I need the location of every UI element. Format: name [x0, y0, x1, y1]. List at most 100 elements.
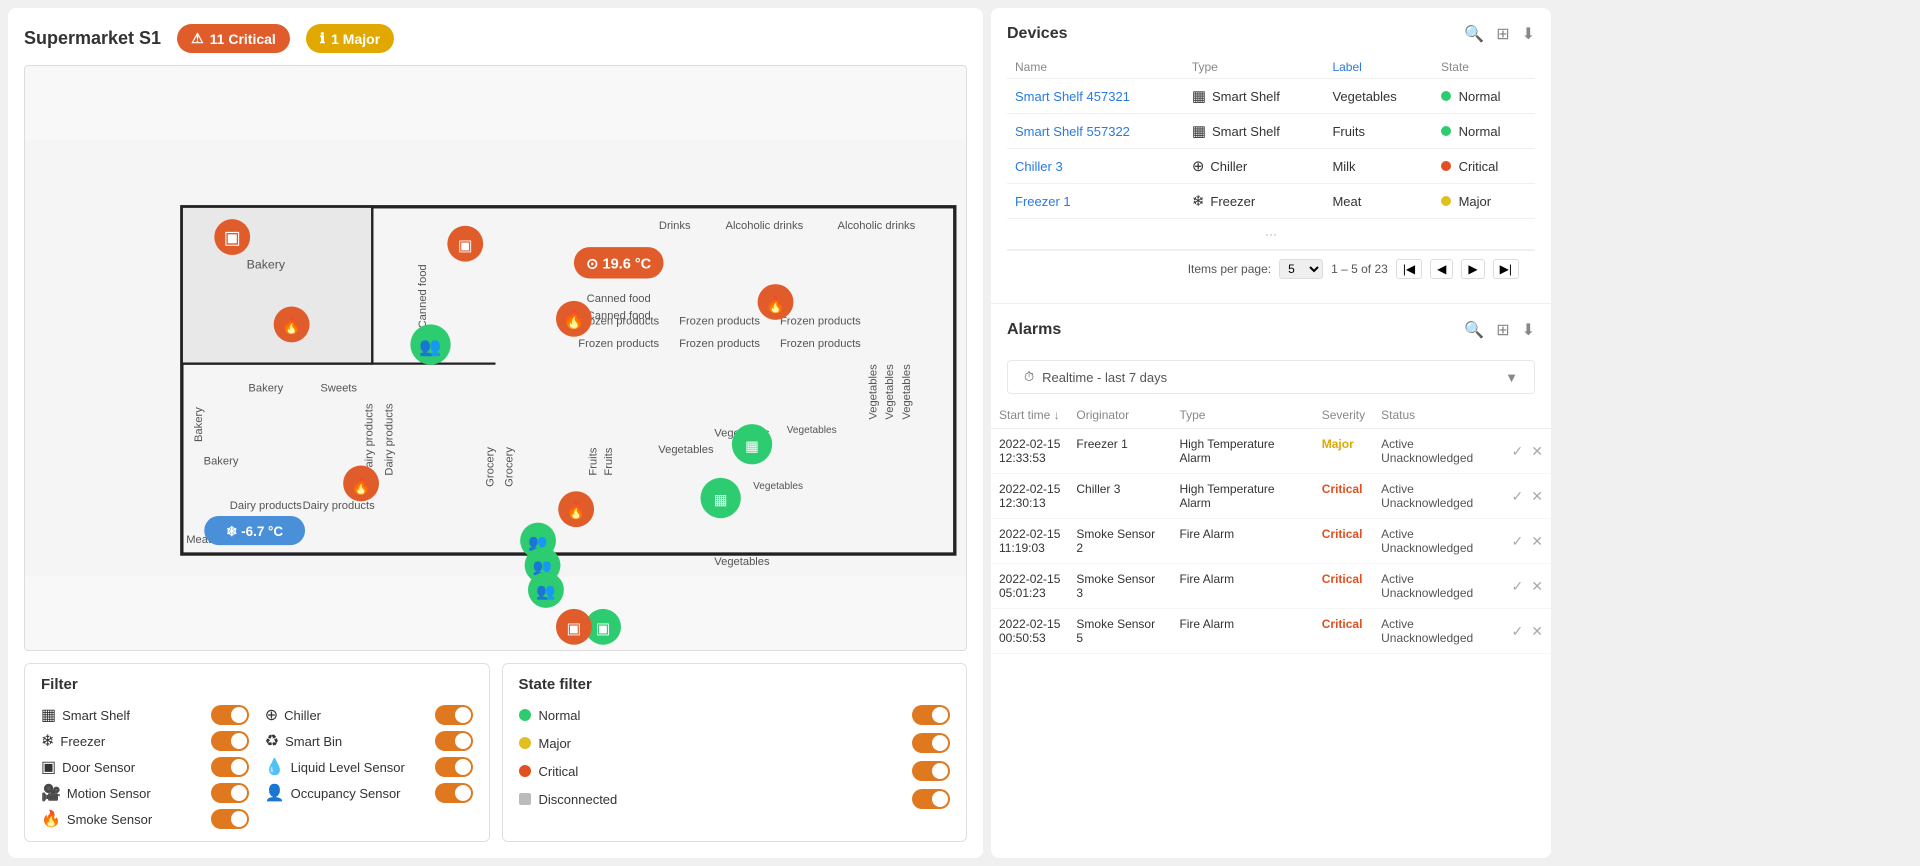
device-state: Normal [1433, 79, 1535, 114]
svg-text:▣: ▣ [567, 621, 582, 638]
device-name[interactable]: Smart Shelf 557322 [1007, 114, 1184, 149]
svg-text:⊙ 19.6 °C: ⊙ 19.6 °C [586, 256, 651, 272]
device-name[interactable]: Freezer 1 [1007, 184, 1184, 219]
toggle-occupancy[interactable] [435, 783, 473, 803]
alarms-filter-label: Realtime - last 7 days [1042, 370, 1167, 385]
filter-item-chiller: ⊕ Chiller [265, 705, 473, 725]
device-type: ▦ Smart Shelf [1184, 79, 1325, 114]
alarms-filter-row[interactable]: ⏱ Realtime - last 7 days ▼ [1007, 360, 1535, 394]
major-badge: ℹ 1 Major [306, 24, 394, 53]
dismiss-btn[interactable]: ✕ [1531, 578, 1543, 595]
device-label: Meat [1324, 184, 1433, 219]
critical-badge-label: 11 Critical [210, 31, 276, 47]
toggle-doorsensor[interactable] [211, 757, 249, 777]
svg-text:▣: ▣ [224, 228, 241, 248]
alarm-status: Active Unacknowledged ✓ ✕ [1373, 609, 1551, 654]
prev-page-btn[interactable]: ◀ [1430, 259, 1453, 279]
filter-item-smartshelf: ▦ Smart Shelf [41, 705, 249, 725]
search-icon[interactable]: 🔍 [1464, 24, 1484, 44]
type-label: Freezer [1210, 194, 1255, 209]
col-type: Type [1184, 56, 1325, 79]
svg-text:Frozen products: Frozen products [780, 315, 861, 327]
chevron-down-icon[interactable]: ▼ [1505, 370, 1518, 385]
device-name[interactable]: Smart Shelf 457321 [1007, 79, 1184, 114]
toggle-normal[interactable] [912, 705, 950, 725]
dismiss-btn[interactable]: ✕ [1531, 488, 1543, 505]
next-page-btn[interactable]: ▶ [1461, 259, 1484, 279]
state-item-major: Major [519, 733, 951, 753]
state-label-critical: Critical [539, 764, 579, 779]
toggle-critical[interactable] [912, 761, 950, 781]
filter-label-freezer: Freezer [60, 734, 105, 749]
alarm-col-status: Status [1373, 402, 1551, 429]
toggle-smartshelf[interactable] [211, 705, 249, 725]
table-row: Smart Shelf 457321 ▦ Smart Shelf Vegetab… [1007, 79, 1535, 114]
state-label-major: Major [539, 736, 572, 751]
state-indicator [1441, 91, 1451, 101]
alarm-status: Active Unacknowledged ✓ ✕ [1373, 519, 1551, 564]
state-label-disconnected: Disconnected [539, 792, 618, 807]
ack-btn[interactable]: ✓ [1512, 488, 1524, 505]
dismiss-btn[interactable]: ✕ [1531, 443, 1543, 460]
items-per-page-label: Items per page: [1188, 262, 1271, 276]
alarms-icons: 🔍 ⊞ ⬇ [1464, 320, 1535, 340]
alarm-severity: Critical [1314, 609, 1373, 654]
alarm-status: Active Unacknowledged ✓ ✕ [1373, 474, 1551, 519]
svg-text:🔥: 🔥 [351, 476, 371, 495]
major-dot [519, 737, 531, 749]
columns-icon[interactable]: ⊞ [1496, 24, 1509, 44]
ack-btn[interactable]: ✓ [1512, 578, 1524, 595]
svg-text:👥: 👥 [419, 336, 441, 356]
table-row: Chiller 3 ⊕ Chiller Milk Critical [1007, 149, 1535, 184]
toggle-disconnected[interactable] [912, 789, 950, 809]
floorplan[interactable]: Bakery Canned food Bakery Sweets Bakery … [24, 65, 967, 651]
svg-text:❄ -6.7 °C: ❄ -6.7 °C [226, 524, 283, 539]
first-page-btn[interactable]: |◀ [1396, 259, 1422, 279]
alarm-starttime: 2022-02-15 12:30:13 [991, 474, 1068, 519]
ack-btn[interactable]: ✓ [1512, 533, 1524, 550]
bin-icon: ♻ [265, 731, 279, 751]
svg-text:🔥: 🔥 [566, 501, 586, 520]
filter-label-motionsensor: Motion Sensor [67, 786, 151, 801]
alarm-status-text: Active Unacknowledged [1381, 437, 1507, 465]
critical-badge: ⚠ 11 Critical [177, 24, 290, 53]
filter-label-smartshelf: Smart Shelf [62, 708, 130, 723]
state-item-disconnected: Disconnected [519, 789, 951, 809]
snowflake-icon: ❄ [41, 731, 54, 751]
state-indicator [1441, 196, 1451, 206]
last-page-btn[interactable]: ▶| [1493, 259, 1519, 279]
items-per-page-select[interactable]: 5 10 25 [1279, 259, 1323, 279]
device-name[interactable]: Chiller 3 [1007, 149, 1184, 184]
filter-label-liquidlevel: Liquid Level Sensor [291, 760, 405, 775]
device-label: Vegetables [1324, 79, 1433, 114]
export-icon[interactable]: ⬇ [1522, 24, 1535, 44]
ack-btn[interactable]: ✓ [1512, 443, 1524, 460]
toggle-chiller[interactable] [435, 705, 473, 725]
type-label: Smart Shelf [1212, 89, 1280, 104]
svg-text:Bakery: Bakery [247, 257, 286, 271]
type-label: Chiller [1210, 159, 1247, 174]
toggle-smokesensor[interactable] [211, 809, 249, 829]
devices-icons: 🔍 ⊞ ⬇ [1464, 24, 1535, 44]
toggle-smartbin[interactable] [435, 731, 473, 751]
toggle-motionsensor[interactable] [211, 783, 249, 803]
alarm-starttime: 2022-02-15 00:50:53 [991, 609, 1068, 654]
svg-text:Bakery: Bakery [193, 407, 205, 442]
dismiss-btn[interactable]: ✕ [1531, 623, 1543, 640]
alarms-search-icon[interactable]: 🔍 [1464, 320, 1484, 340]
toggle-major[interactable] [912, 733, 950, 753]
toggle-freezer[interactable] [211, 731, 249, 751]
alarm-row: 2022-02-15 11:19:03 Smoke Sensor 2 Fire … [991, 519, 1551, 564]
state-item-normal: Normal [519, 705, 951, 725]
ack-btn[interactable]: ✓ [1512, 623, 1524, 640]
svg-text:Vegetables: Vegetables [658, 444, 714, 456]
table-row: Freezer 1 ❄ Freezer Meat Major [1007, 184, 1535, 219]
devices-header: Devices 🔍 ⊞ ⬇ [1007, 24, 1535, 44]
toggle-liquidlevel[interactable] [435, 757, 473, 777]
svg-text:Alcoholic drinks: Alcoholic drinks [838, 220, 916, 232]
alarm-col-type: Type [1171, 402, 1313, 429]
alarms-export-icon[interactable]: ⬇ [1522, 320, 1535, 340]
dismiss-btn[interactable]: ✕ [1531, 533, 1543, 550]
table-row: Smart Shelf 557322 ▦ Smart Shelf Fruits … [1007, 114, 1535, 149]
alarms-columns-icon[interactable]: ⊞ [1496, 320, 1509, 340]
